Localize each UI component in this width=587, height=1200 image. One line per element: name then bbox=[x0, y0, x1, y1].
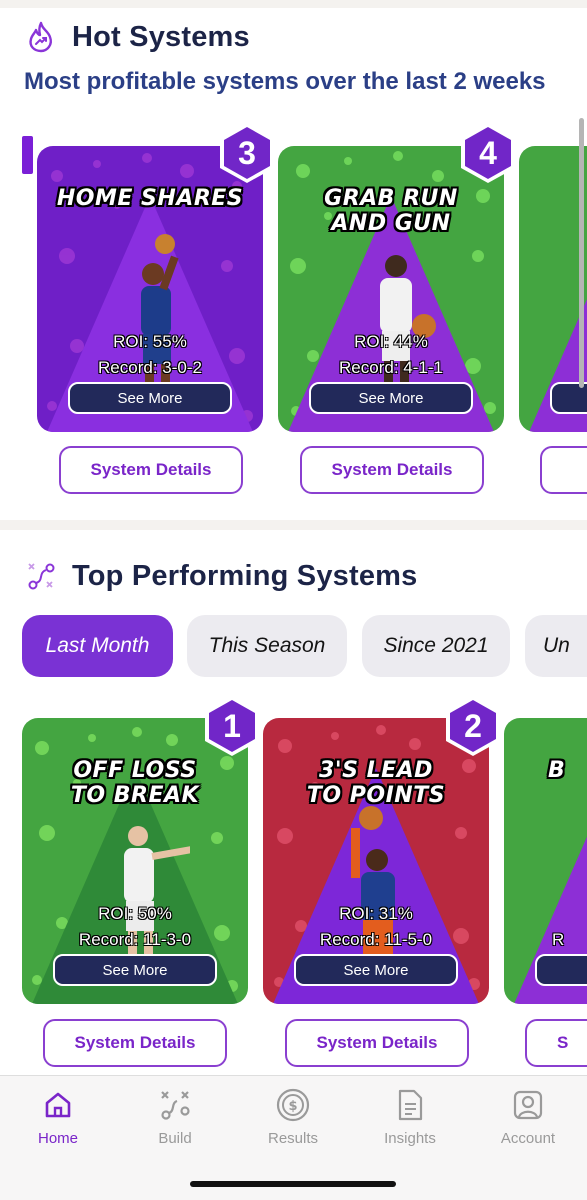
system-details-button-partial[interactable]: S bbox=[525, 1019, 587, 1067]
insights-icon bbox=[393, 1088, 427, 1122]
section-title: Hot Systems bbox=[72, 20, 250, 53]
nav-results[interactable]: $ Results bbox=[238, 1088, 348, 1148]
system-card[interactable]: GRAB RUN AND GUN ROI: 44% Record: 4-1-1 … bbox=[278, 146, 504, 432]
results-icon: $ bbox=[276, 1088, 310, 1122]
system-details-button-partial[interactable] bbox=[540, 446, 587, 494]
card-roi: ROI: 50% bbox=[98, 904, 172, 923]
section-subtitle: Most profitable systems over the last 2 … bbox=[24, 68, 546, 95]
nav-home[interactable]: Home bbox=[3, 1088, 113, 1148]
system-details-button[interactable]: System Details bbox=[59, 446, 243, 494]
system-card[interactable]: HOME SHARES ROI: 55% Record: 3-0-2 See M… bbox=[37, 146, 263, 432]
card-roi: ROI: 31% bbox=[339, 904, 413, 923]
strategy-icon bbox=[24, 559, 58, 593]
build-icon bbox=[158, 1088, 192, 1122]
see-more-button[interactable]: See More bbox=[68, 382, 232, 414]
system-card-partial[interactable]: B R bbox=[504, 718, 587, 1004]
top-performing-section: Top Performing Systems Last Month This S… bbox=[0, 530, 587, 1075]
system-card[interactable]: 3'S LEAD TO POINTS ROI: 31% Record: 11-5… bbox=[263, 718, 489, 1004]
filter-pill-since-2021[interactable]: Since 2021 bbox=[362, 615, 510, 677]
nav-label: Results bbox=[267, 1130, 319, 1147]
system-card-partial[interactable] bbox=[519, 146, 587, 432]
filter-pill-last-month[interactable]: Last Month bbox=[22, 615, 173, 677]
nav-label: Insights bbox=[384, 1130, 436, 1147]
card-roi: ROI: 44% bbox=[354, 332, 428, 351]
card-record: Record: 4-1-1 bbox=[339, 358, 443, 377]
system-card[interactable]: OFF LOSS TO BREAK ROI: 50% Record: 11-3-… bbox=[22, 718, 248, 1004]
see-more-button[interactable]: See More bbox=[53, 954, 217, 986]
filter-pill-partial[interactable]: Un bbox=[525, 615, 587, 677]
scrollbar[interactable] bbox=[579, 118, 584, 388]
top-performing-header: Top Performing Systems bbox=[24, 559, 418, 593]
hot-systems-section: Hot Systems Most profitable systems over… bbox=[0, 8, 587, 520]
system-details-button[interactable]: System Details bbox=[285, 1019, 469, 1067]
nav-account[interactable]: Account bbox=[473, 1088, 583, 1148]
nav-label: Account bbox=[500, 1130, 556, 1147]
see-more-button-partial[interactable] bbox=[535, 954, 587, 986]
account-icon bbox=[511, 1088, 545, 1122]
section-title: Top Performing Systems bbox=[72, 559, 418, 592]
svg-text:$: $ bbox=[288, 1099, 297, 1114]
system-details-button[interactable]: System Details bbox=[300, 446, 484, 494]
card-title-partial: B bbox=[548, 758, 566, 783]
card-title: HOME SHARES bbox=[56, 186, 244, 211]
nav-label: Home bbox=[37, 1130, 78, 1147]
home-indicator[interactable] bbox=[190, 1181, 396, 1187]
nav-insights[interactable]: Insights bbox=[355, 1088, 465, 1148]
card-title: GRAB RUN AND GUN bbox=[324, 186, 458, 236]
top-strip bbox=[0, 0, 587, 8]
see-more-button[interactable]: See More bbox=[309, 382, 473, 414]
card-record: Record: 11-3-0 bbox=[78, 930, 192, 949]
nav-label: Build bbox=[158, 1130, 192, 1147]
card-title: OFF LOSS TO BREAK bbox=[70, 758, 200, 808]
system-details-button[interactable]: System Details bbox=[43, 1019, 227, 1067]
card-record: Record: 3-0-2 bbox=[98, 358, 202, 377]
card-record-partial: R bbox=[552, 930, 565, 949]
home-icon bbox=[41, 1088, 75, 1122]
hot-systems-header: Hot Systems bbox=[24, 20, 250, 54]
card-roi: ROI: 55% bbox=[113, 332, 187, 351]
card-title: 3'S LEAD TO POINTS bbox=[306, 758, 446, 808]
see-more-button[interactable]: See More bbox=[294, 954, 458, 986]
card-record: Record: 11-5-0 bbox=[319, 930, 433, 949]
filter-pill-this-season[interactable]: This Season bbox=[187, 615, 347, 677]
flame-trend-icon bbox=[24, 20, 58, 54]
partial-card-left[interactable] bbox=[22, 136, 33, 174]
nav-build[interactable]: Build bbox=[120, 1088, 230, 1148]
